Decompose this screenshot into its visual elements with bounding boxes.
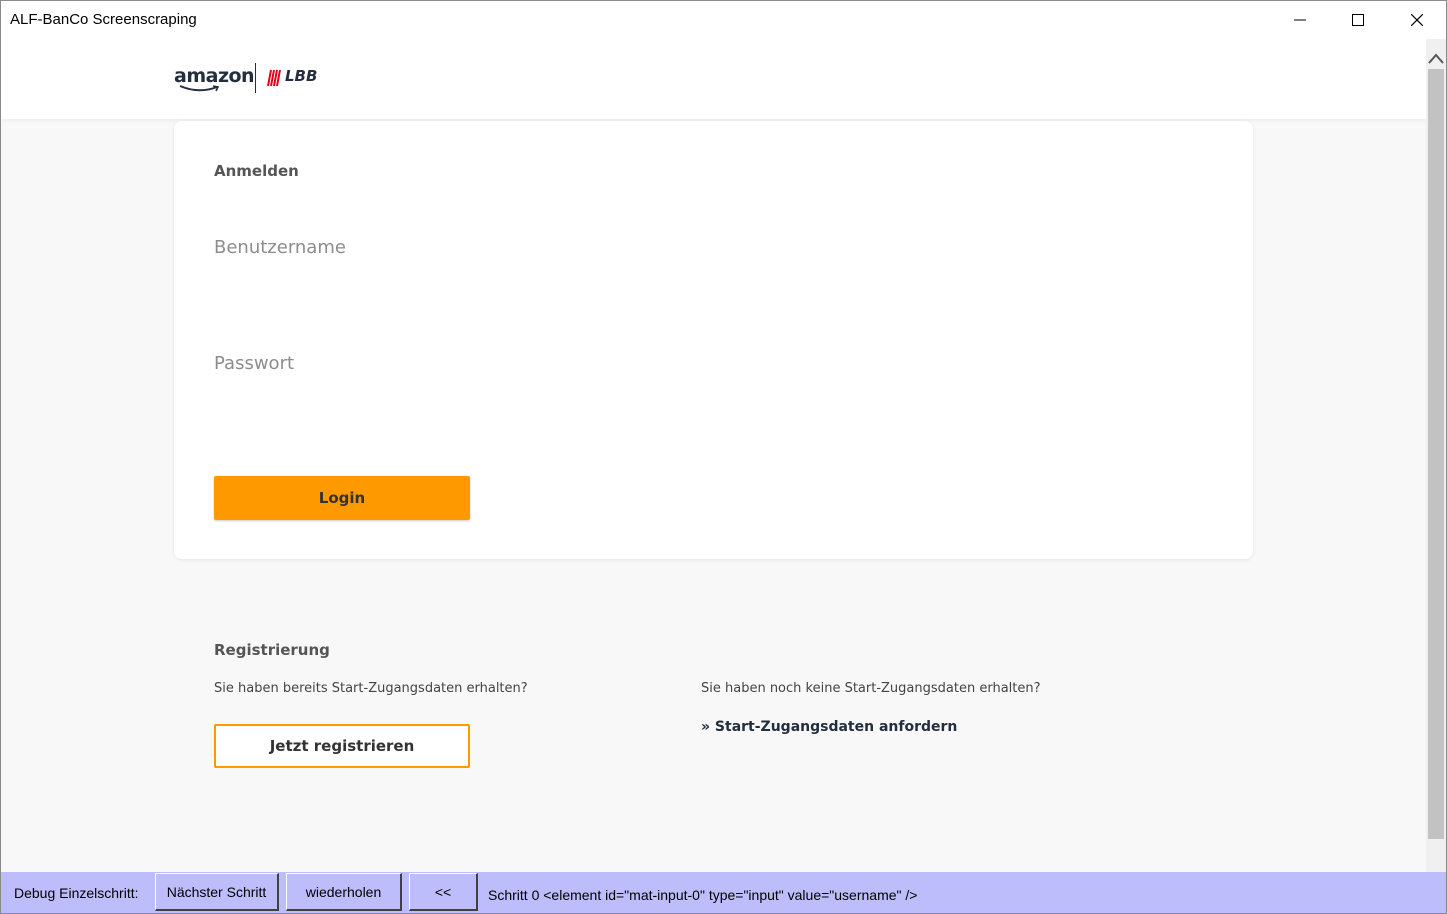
title-bar: ALF-BanCo Screenscraping xyxy=(1,1,1446,39)
maximize-button[interactable] xyxy=(1335,1,1381,39)
register-button[interactable]: Jetzt registrieren xyxy=(214,724,470,768)
debug-status: Schritt 0 <element id="mat-input-0" type… xyxy=(488,887,918,903)
login-card: Anmelden Benutzername Passwort Login xyxy=(174,121,1253,559)
login-button[interactable]: Login xyxy=(214,476,470,520)
web-page: amazon LBB Anmelden Benutzername Passwor… xyxy=(1,39,1426,872)
amazon-logo: amazon xyxy=(174,65,255,87)
close-button[interactable] xyxy=(1394,1,1440,39)
registration-existing-text: Sie haben bereits Start-Zugangsdaten erh… xyxy=(214,681,528,696)
repeat-button[interactable]: wiederholen xyxy=(286,873,402,911)
registration-title: Registrierung xyxy=(214,641,330,659)
registration-new-text: Sie haben noch keine Start-Zugangsdaten … xyxy=(701,681,1041,696)
lbb-logo: LBB xyxy=(285,67,318,85)
vertical-scrollbar[interactable] xyxy=(1426,39,1446,872)
username-field[interactable]: Benutzername xyxy=(214,237,346,258)
site-header: amazon LBB xyxy=(1,39,1426,119)
amazon-smile-icon xyxy=(179,85,220,92)
debug-bar: Debug Einzelschritt: Nächster Schritt wi… xyxy=(1,872,1446,913)
login-title: Anmelden xyxy=(214,162,299,180)
request-credentials-link[interactable]: » Start-Zugangsdaten anfordern xyxy=(701,719,957,735)
next-step-button[interactable]: Nächster Schritt xyxy=(155,873,279,911)
scrollbar-thumb[interactable] xyxy=(1428,69,1444,839)
maximize-icon xyxy=(1352,14,1364,26)
window-title: ALF-BanCo Screenscraping xyxy=(10,11,197,28)
lbb-stripes-icon xyxy=(267,69,281,87)
minimize-icon xyxy=(1294,19,1306,21)
app-window: ALF-BanCo Screenscraping amazon LBB Anme… xyxy=(0,0,1447,914)
logo-divider xyxy=(255,63,256,93)
debug-label: Debug Einzelschritt: xyxy=(14,885,139,901)
close-icon xyxy=(1411,14,1423,26)
back-button[interactable]: << xyxy=(409,873,478,911)
scroll-up-arrow-icon[interactable] xyxy=(1426,49,1446,69)
minimize-button[interactable] xyxy=(1277,1,1323,39)
password-field[interactable]: Passwort xyxy=(214,353,294,374)
